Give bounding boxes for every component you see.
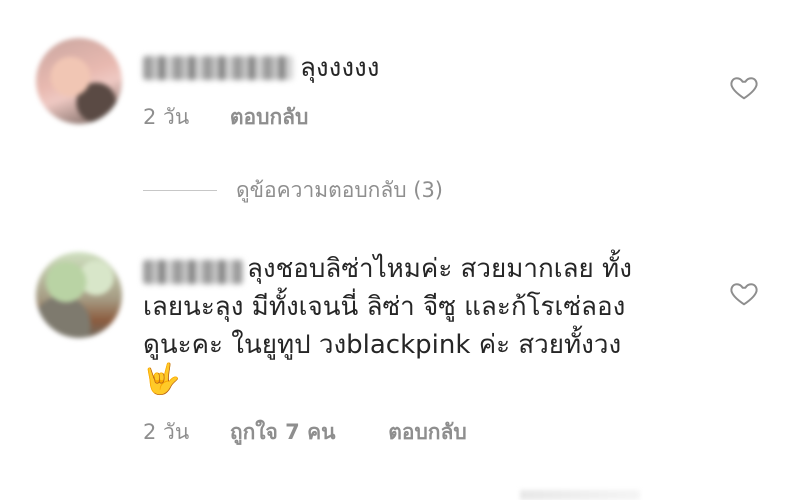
comment-time: 2 วัน — [143, 105, 190, 129]
heart-icon[interactable] — [729, 72, 759, 102]
comment-text: ลุงชอบลิซ่าไหมค่ะ สวยมากเลย ทั้ง เลยนะลุ… — [143, 250, 718, 364]
comment-text-rest: เลยนะลุง มีทั้งเจนนี่ ลิซ่า จีซู และก้โร… — [143, 292, 626, 360]
likes-count-link[interactable]: ถูกใจ 7 คน — [230, 420, 336, 444]
comment-text-line1: ลุงชอบลิซ่าไหมค่ะ สวยมากเลย ทั้ง — [247, 254, 632, 284]
reply-button[interactable]: ตอบกลับ — [388, 420, 467, 444]
divider-line — [143, 189, 217, 191]
cropped-next-comment — [520, 490, 640, 500]
comment-text: ลุงงงงง — [300, 53, 380, 83]
comment-meta: 2 วัน ตอบกลับ — [143, 101, 354, 134]
username-blurred[interactable] — [143, 56, 293, 80]
reply-button[interactable]: ตอบกลับ — [230, 105, 309, 129]
view-replies-button[interactable]: ดูข้อความตอบกลับ (3) — [143, 175, 443, 205]
rock-hand-emoji-icon: 🤟 — [143, 362, 181, 397]
comment-time: 2 วัน — [143, 420, 190, 444]
avatar[interactable] — [36, 252, 122, 338]
heart-icon[interactable] — [729, 278, 759, 308]
avatar[interactable] — [36, 38, 122, 124]
comment-meta: 2 วัน ถูกใจ 7 คน ตอบกลับ — [143, 416, 513, 449]
view-replies-label: ดูข้อความตอบกลับ (3) — [236, 177, 443, 202]
